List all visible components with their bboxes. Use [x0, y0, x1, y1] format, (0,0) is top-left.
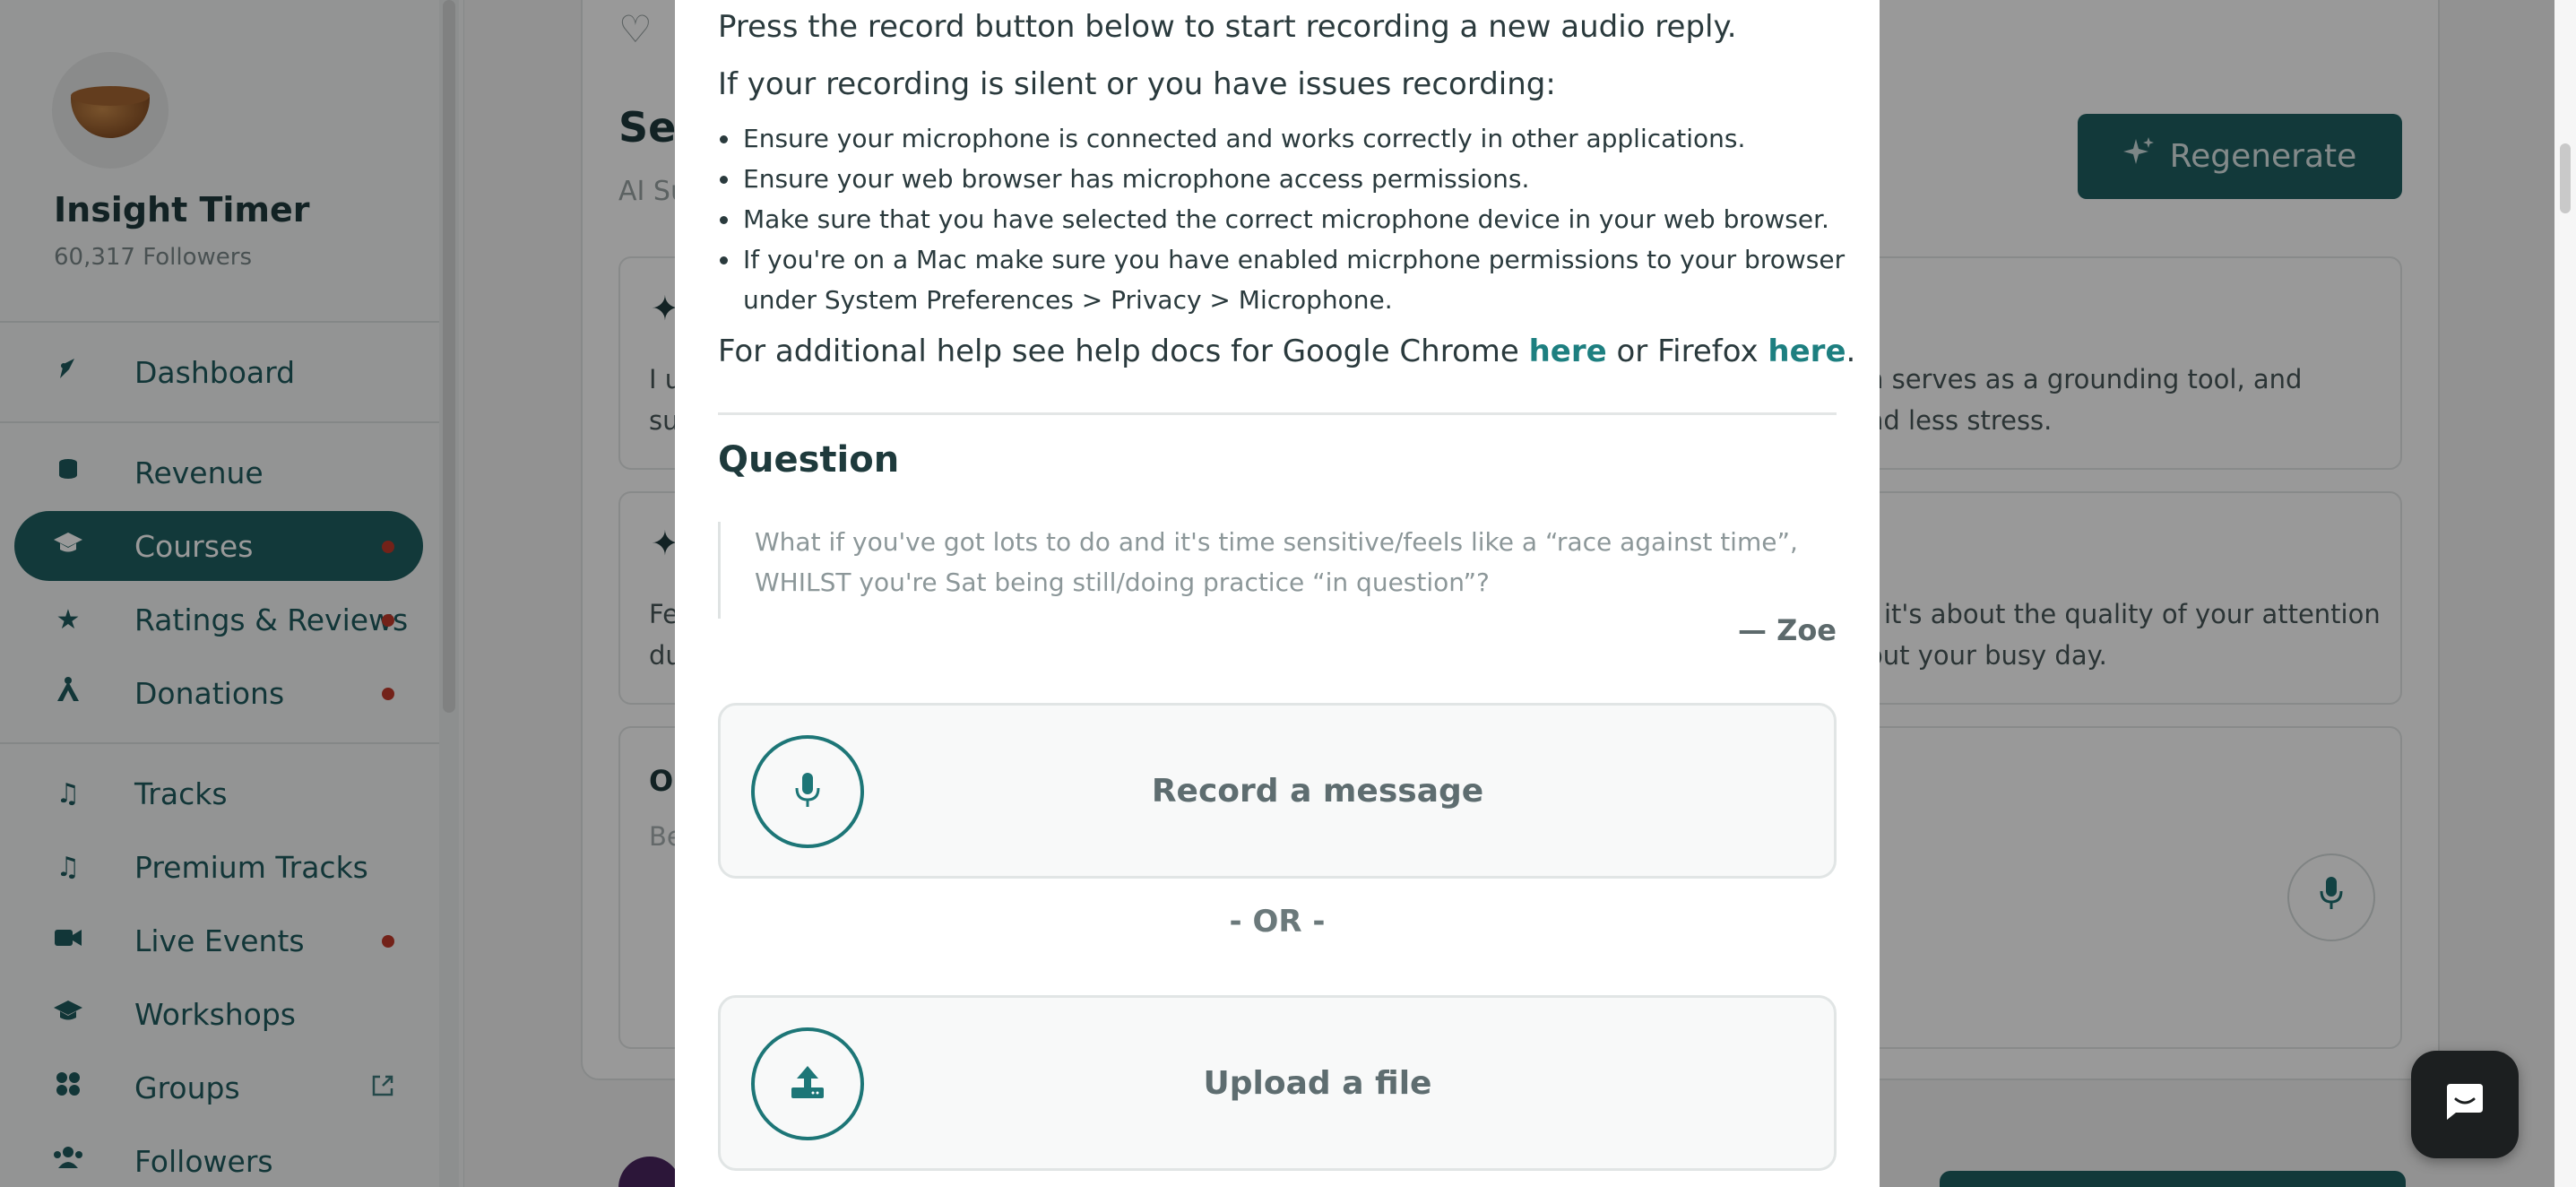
help-text: For additional help see help docs for Go… [718, 334, 1856, 369]
modal-intro: Press the record button below to start r… [718, 9, 1737, 45]
record-message-label: Record a message [1151, 772, 1484, 810]
question-author: — Zoe [1737, 613, 1837, 647]
page-scrollbar[interactable] [2560, 143, 2571, 213]
list-item: Ensure your web browser has microphone a… [718, 159, 1847, 199]
upload-icon [788, 1062, 827, 1105]
firefox-help-link[interactable]: here [1768, 334, 1846, 369]
record-circle[interactable] [751, 735, 864, 848]
or-separator: - OR - [1229, 904, 1326, 940]
troubleshooting-list: Ensure your microphone is connected and … [718, 118, 1847, 320]
question-heading: Question [718, 439, 900, 481]
microphone-icon [795, 771, 820, 812]
chrome-help-link[interactable]: here [1529, 334, 1607, 369]
list-item: Ensure your microphone is connected and … [718, 118, 1847, 159]
record-reply-modal: Press the record button below to start r… [675, 0, 1880, 1187]
upload-circle[interactable] [751, 1027, 864, 1140]
list-item: If you're on a Mac make sure you have en… [718, 239, 1847, 320]
upload-file-button[interactable]: Upload a file [718, 995, 1837, 1171]
list-item: Make sure that you have selected the cor… [718, 199, 1847, 239]
upload-file-label: Upload a file [1203, 1064, 1432, 1102]
record-message-button[interactable]: Record a message [718, 703, 1837, 879]
question-quote: What if you've got lots to do and it's t… [718, 522, 1837, 619]
chat-launcher-button[interactable] [2411, 1051, 2519, 1158]
chat-bubble-icon [2443, 1084, 2486, 1125]
modal-divider [718, 412, 1837, 415]
issues-heading: If your recording is silent or you have … [718, 66, 1556, 102]
